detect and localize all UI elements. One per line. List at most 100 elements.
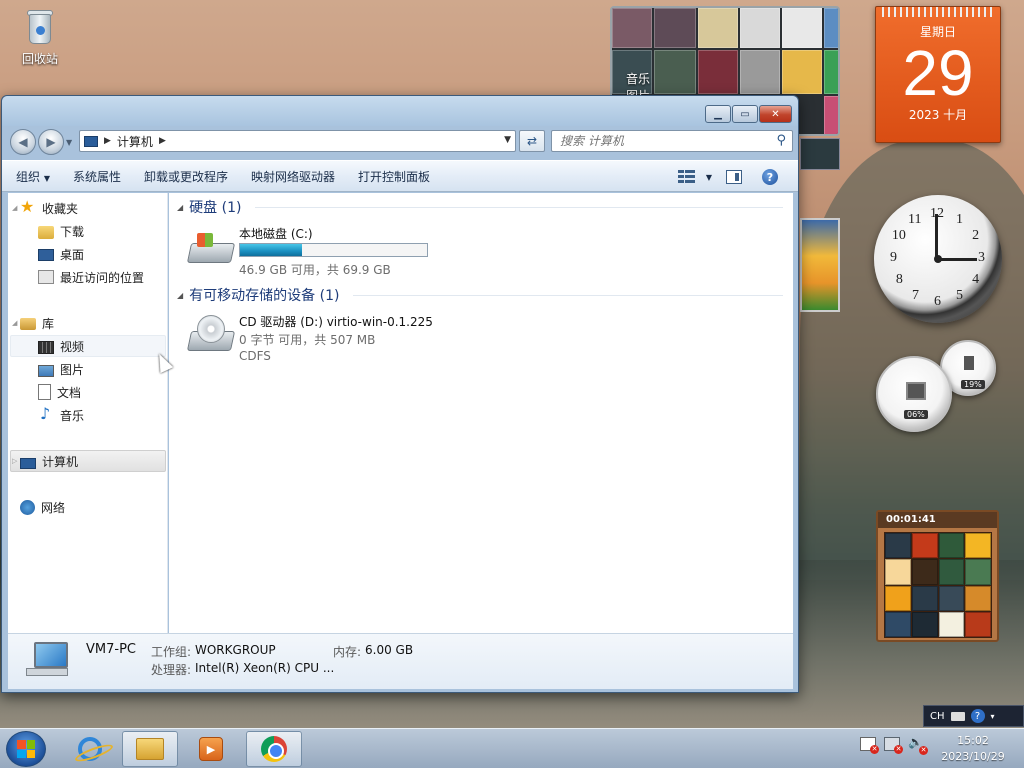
expand-favorites-icon[interactable]: ◢ xyxy=(8,204,20,212)
clock-minute-hand xyxy=(937,258,977,261)
drive-c[interactable]: 本地磁盘 (C:) 46.9 GB 可用，共 69.9 GB xyxy=(186,225,607,285)
minimize-icon: ▁ xyxy=(714,108,722,120)
clock-hour-hand xyxy=(935,214,938,260)
cd-drive-icon xyxy=(186,315,236,351)
processor-value: Intel(R) Xeon(R) CPU ... xyxy=(195,661,335,675)
input-language[interactable]: CH xyxy=(930,711,945,722)
start-button[interactable] xyxy=(6,731,46,767)
address-bar[interactable]: ▶ 计算机 ▶ ▼ xyxy=(79,130,516,152)
removable-group-header[interactable]: ◢ 有可移动存储的设备 (1) xyxy=(177,284,783,306)
map-network-drive-button[interactable]: 映射网络驱动器 xyxy=(251,168,335,185)
language-help-icon[interactable]: ? xyxy=(970,709,985,723)
maximize-button[interactable]: ▭ xyxy=(732,105,758,123)
computer-icon xyxy=(84,135,98,147)
explorer-folder-icon xyxy=(136,738,164,760)
libraries-icon xyxy=(20,318,36,330)
window-titlebar[interactable]: ▁ ▭ ✕ xyxy=(2,96,798,126)
drive-c-space: 46.9 GB 可用，共 69.9 GB xyxy=(239,263,391,277)
network-status-icon[interactable]: ✕ xyxy=(884,737,903,754)
clock-number: 4 xyxy=(972,272,980,287)
hard-drive-icon xyxy=(186,233,236,263)
nav-item-recent-places[interactable]: 最近访问的位置 xyxy=(38,266,166,288)
clock-gadget[interactable]: 121234567891011 xyxy=(874,195,1002,323)
nav-item-computer[interactable]: ▷ 计算机 xyxy=(8,450,168,472)
picture-puzzle-gadget[interactable]: 00:01:41 xyxy=(876,510,999,642)
language-bar[interactable]: CH ? ▾ xyxy=(923,705,1024,727)
refresh-button[interactable]: ⇄ xyxy=(519,130,545,152)
maximize-icon: ▭ xyxy=(740,108,750,120)
search-input[interactable] xyxy=(560,134,760,148)
slideshow-thumbnail[interactable] xyxy=(800,218,840,312)
computer-details-icon xyxy=(26,642,70,678)
drive-d-name: CD 驱动器 (D:) virtio-win-0.1.225 xyxy=(239,315,433,329)
clock-number: 5 xyxy=(956,288,963,304)
puzzle-grid[interactable] xyxy=(884,532,992,638)
taskbar-explorer[interactable] xyxy=(122,731,178,767)
calendar-gadget[interactable]: 星期日 29 2023 十月 xyxy=(875,6,1001,143)
forward-button[interactable]: ▶ xyxy=(38,129,64,155)
back-button[interactable]: ◀ xyxy=(10,129,36,155)
uninstall-program-button[interactable]: 卸载或更改程序 xyxy=(144,168,228,185)
search-box[interactable]: ⚲ xyxy=(551,130,793,152)
chrome-icon xyxy=(261,736,287,762)
recent-pages-dropdown[interactable]: ▼ xyxy=(66,138,72,147)
hard-disk-group-header[interactable]: ◢ 硬盘 (1) xyxy=(177,196,783,218)
memory-meter-value: 19% xyxy=(961,380,985,389)
search-icon[interactable]: ⚲ xyxy=(776,133,786,148)
address-separator-icon: ▶ xyxy=(104,136,111,146)
network-icon xyxy=(20,499,35,515)
open-control-panel-button[interactable]: 打开控制面板 xyxy=(358,168,430,185)
libraries-group[interactable]: ◢ 库 xyxy=(8,312,168,334)
expand-libraries-icon[interactable]: ◢ xyxy=(8,319,20,327)
command-bar-right: ▼ ? xyxy=(677,161,798,193)
nav-item-music[interactable]: 音乐 xyxy=(38,404,166,426)
taskbar: ▶ ✕ ✕ ✕ 15:02 2023/10/29 xyxy=(0,728,1024,768)
favorites-star-icon xyxy=(20,197,36,216)
explorer-window[interactable]: ▁ ▭ ✕ ◀ ▶ ▼ ▶ 计算机 ▶ ▼ ⇄ ⚲ 组织 ▼ 系统属性 卸载或更… xyxy=(1,95,799,693)
preview-pane-icon[interactable] xyxy=(726,170,742,184)
processor-label: 处理器: xyxy=(151,663,192,677)
change-view-icon[interactable] xyxy=(677,170,696,184)
language-options-icon[interactable]: ▾ xyxy=(991,712,995,721)
taskbar-date: 2023/10/29 xyxy=(941,750,1005,763)
clock-number: 8 xyxy=(895,272,903,287)
nav-item-pictures[interactable]: 图片 xyxy=(38,358,166,380)
nav-item-videos[interactable]: 视频 xyxy=(38,335,166,357)
system-tray: ✕ ✕ ✕ xyxy=(860,735,928,755)
cpu-meter-gadget[interactable]: 19% 06% xyxy=(876,338,1000,432)
taskbar-media-player[interactable]: ▶ xyxy=(183,731,239,767)
calendar-day: 29 xyxy=(902,37,974,109)
minimize-button[interactable]: ▁ xyxy=(705,105,731,123)
help-icon[interactable]: ? xyxy=(762,169,778,185)
keyboard-icon[interactable] xyxy=(950,711,965,721)
close-button[interactable]: ✕ xyxy=(759,105,792,123)
taskbar-chrome[interactable] xyxy=(246,731,302,767)
clock-number: 2 xyxy=(972,228,980,243)
action-center-icon[interactable]: ✕ xyxy=(860,737,879,754)
favorites-group[interactable]: ◢ 收藏夹 xyxy=(8,197,168,219)
forward-arrow-icon: ▶ xyxy=(46,135,56,149)
expand-computer-icon[interactable]: ▷ xyxy=(8,457,20,465)
address-chevron-icon[interactable]: ▶ xyxy=(159,136,166,146)
organize-menu[interactable]: 组织 ▼ xyxy=(16,168,50,185)
recent-places-icon xyxy=(38,270,54,284)
clock-number: 1 xyxy=(956,211,963,227)
taskbar-internet-explorer[interactable] xyxy=(62,731,118,767)
volume-muted-icon[interactable]: ✕ xyxy=(908,735,928,755)
address-dropdown-icon[interactable]: ▼ xyxy=(504,135,511,145)
puzzle-timer: 00:01:41 xyxy=(878,512,997,528)
nav-item-network[interactable]: 网络 xyxy=(8,496,168,518)
nav-item-documents[interactable]: 文档 xyxy=(38,381,166,403)
nav-item-desktop[interactable]: 桌面 xyxy=(38,243,166,265)
view-options-dropdown-icon[interactable]: ▼ xyxy=(706,173,712,182)
clock-number: 11 xyxy=(908,211,922,227)
workgroup-label: 工作组: xyxy=(151,645,192,659)
nav-item-downloads[interactable]: 下载 xyxy=(38,220,166,242)
taskbar-clock[interactable]: 15:02 2023/10/29 xyxy=(932,733,1014,765)
drive-d[interactable]: CD 驱动器 (D:) virtio-win-0.1.225 0 字节 可用，共… xyxy=(186,313,607,373)
clock-number: 6 xyxy=(934,294,941,309)
address-crumb-computer[interactable]: 计算机 xyxy=(117,133,153,150)
system-properties-button[interactable]: 系统属性 xyxy=(73,168,121,185)
clock-number: 9 xyxy=(890,250,897,265)
recycle-bin-shortcut[interactable]: 回收站 xyxy=(14,6,66,67)
